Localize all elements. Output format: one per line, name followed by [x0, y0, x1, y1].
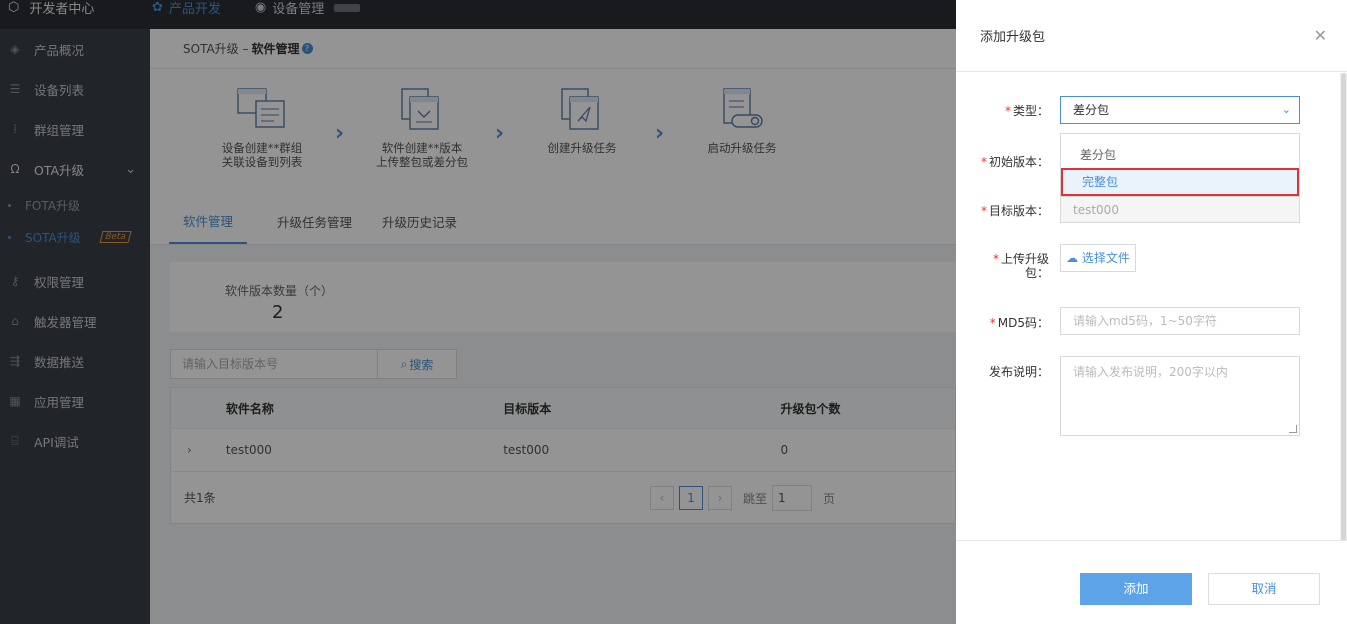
md5-label: * MD5码： [989, 316, 1049, 330]
add-package-drawer: 添加升级包 ✕ * 类型： 差分包 ⌄ * 初始版本： 差分包 完整包 * 目标版本：… [956, 0, 1347, 624]
drawer-title: 添加升级包 [980, 30, 1046, 45]
dropdown-option-full[interactable]: 完整包 [1061, 168, 1299, 196]
target-version-field[interactable]: test000 [1060, 196, 1300, 223]
desc-label: 发布说明： [988, 365, 1049, 379]
scrollbar-thumb[interactable] [1341, 73, 1346, 541]
drawer-footer: 添加 取消 [956, 540, 1347, 624]
initial-version-label: * 初始版本： [980, 155, 1049, 169]
description-placeholder: 请输入发布说明，200字以内 [1073, 365, 1228, 379]
resize-handle-icon[interactable] [1289, 425, 1297, 433]
add-button[interactable]: 添加 [1080, 573, 1192, 605]
modal-overlay[interactable] [0, 0, 956, 624]
type-label: * 类型： [1004, 104, 1049, 118]
description-textarea[interactable]: 请输入发布说明，200字以内 [1060, 356, 1300, 436]
chevron-down-icon: ⌄ [1281, 103, 1291, 116]
drawer-header: 添加升级包 ✕ [956, 0, 1347, 72]
type-dropdown: 差分包 完整包 [1060, 133, 1300, 197]
md5-input[interactable]: 请输入md5码，1~50字符 [1060, 307, 1300, 335]
scrollbar[interactable] [1340, 73, 1347, 541]
choose-file-label: 选择文件 [1081, 251, 1130, 265]
cloud-upload-icon: ☁ [1066, 251, 1079, 265]
target-version-label: * 目标版本： [980, 204, 1049, 218]
upload-label: * 上传升级 包： [992, 252, 1049, 280]
cancel-button[interactable]: 取消 [1208, 573, 1320, 605]
dropdown-option-diff[interactable]: 差分包 [1061, 142, 1299, 168]
type-select-value: 差分包 [1073, 103, 1110, 117]
type-select[interactable]: 差分包 ⌄ [1060, 96, 1300, 124]
close-icon[interactable]: ✕ [1314, 26, 1327, 45]
choose-file-button[interactable]: ☁ 选择文件 [1060, 244, 1136, 272]
